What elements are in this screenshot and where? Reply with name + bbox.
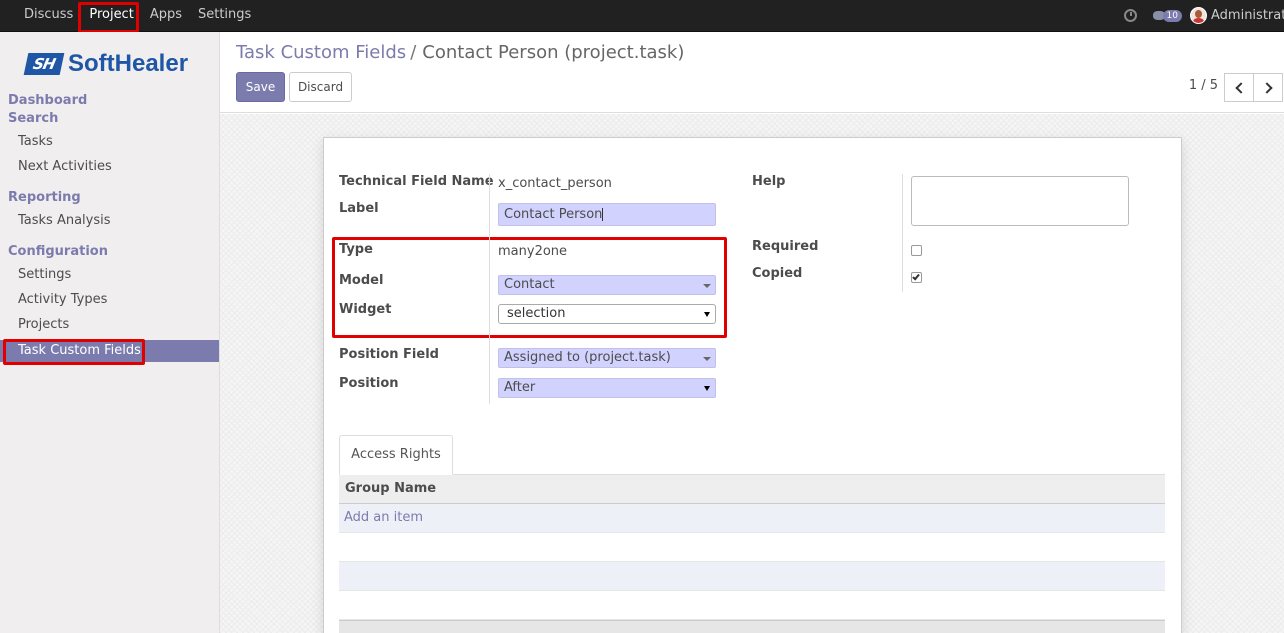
select-arrow-icon — [704, 386, 710, 391]
control-panel: Task Custom Fields / Contact Person (proje… — [220, 32, 1284, 113]
chat-count-badge: 10 — [1162, 9, 1182, 22]
dropdown-arrow-icon — [703, 357, 711, 361]
breadcrumb-parent-link[interactable]: Task Custom Fields — [236, 42, 406, 63]
copied-label: Copied — [752, 266, 803, 281]
systray: 10 Administrator — [1123, 0, 1284, 31]
chevron-left-icon — [1234, 81, 1247, 94]
breadcrumb: Task Custom Fields / Contact Person (proje… — [236, 42, 684, 63]
pager-previous-button[interactable] — [1224, 73, 1254, 102]
table-row — [339, 533, 1165, 562]
table-row — [339, 562, 1165, 591]
technical-field-name-value: x_contact_person — [498, 176, 612, 191]
logo-mark: SH — [23, 53, 65, 75]
sidebar-item-settings[interactable]: Settings — [0, 264, 219, 286]
technical-field-name-label: Technical Field Name — [339, 174, 494, 189]
sidebar: SH SoftHealer Dashboard Search Tasks Nex… — [0, 32, 220, 633]
label-input-value: Contact Person — [504, 207, 603, 222]
sidebar-section-configuration[interactable]: Configuration — [8, 244, 108, 259]
breadcrumb-current: Contact Person (project.task) — [422, 42, 685, 63]
sidebar-item-activity-types[interactable]: Activity Types — [0, 289, 219, 311]
highlight-type-model-widget — [332, 237, 727, 338]
sidebar-section-reporting[interactable]: Reporting — [8, 190, 81, 205]
table-footer — [339, 620, 1165, 633]
messaging-menu[interactable]: 10 — [1152, 9, 1182, 22]
text-cursor — [602, 208, 604, 221]
position-value: After — [504, 380, 536, 395]
position-field-value: Assigned to (project.task) — [504, 350, 671, 365]
avatar[interactable] — [1190, 7, 1207, 24]
sidebar-item-tasks[interactable]: Tasks — [0, 131, 219, 153]
table-row: Add an item — [339, 504, 1165, 533]
sidebar-section-search[interactable]: Search — [8, 111, 58, 126]
discard-button[interactable]: Discard — [289, 72, 352, 102]
chevron-right-icon — [1260, 81, 1273, 94]
menu-settings[interactable]: Settings — [190, 0, 259, 31]
pager-value[interactable]: 1 / 5 — [1189, 78, 1218, 93]
add-item-link[interactable]: Add an item — [339, 504, 1165, 532]
position-field-dropdown[interactable]: Assigned to (project.task) — [498, 348, 716, 368]
help-textarea[interactable] — [911, 176, 1129, 226]
menu-discuss[interactable]: Discuss — [16, 0, 81, 31]
sidebar-item-next-activities[interactable]: Next Activities — [0, 156, 219, 178]
table-row — [339, 591, 1165, 620]
company-logo: SH SoftHealer — [23, 50, 189, 78]
column-divider-left — [489, 174, 490, 404]
label-input[interactable]: Contact Person — [498, 203, 716, 226]
user-menu[interactable]: Administrator — [1211, 8, 1284, 23]
sidebar-section-dashboard[interactable]: Dashboard — [8, 93, 87, 108]
logo-text: SoftHealer — [68, 50, 189, 77]
highlight-task-custom-fields — [3, 339, 145, 365]
save-button[interactable]: Save — [236, 72, 285, 102]
required-label: Required — [752, 239, 819, 254]
pager-next-button[interactable] — [1253, 73, 1283, 102]
top-navbar: Discuss Project Apps Settings 10 Adminis… — [0, 0, 1284, 32]
highlight-project-menu — [78, 2, 139, 33]
label-field-label: Label — [339, 201, 379, 216]
position-select[interactable]: After — [498, 378, 716, 398]
required-checkbox[interactable] — [911, 245, 922, 256]
copied-checkbox[interactable] — [911, 272, 922, 283]
sidebar-item-projects[interactable]: Projects — [0, 314, 219, 336]
breadcrumb-separator: / — [410, 42, 417, 63]
column-divider-right — [902, 174, 903, 292]
tab-access-rights[interactable]: Access Rights — [339, 435, 453, 475]
position-field-label: Position Field — [339, 347, 439, 362]
table-header-group-name[interactable]: Group Name — [339, 475, 1165, 504]
menu-apps[interactable]: Apps — [142, 0, 190, 31]
help-label: Help — [752, 174, 786, 189]
check-icon — [912, 272, 920, 281]
clock-icon[interactable] — [1123, 9, 1137, 22]
position-label: Position — [339, 376, 399, 391]
sidebar-item-tasks-analysis[interactable]: Tasks Analysis — [0, 210, 219, 232]
